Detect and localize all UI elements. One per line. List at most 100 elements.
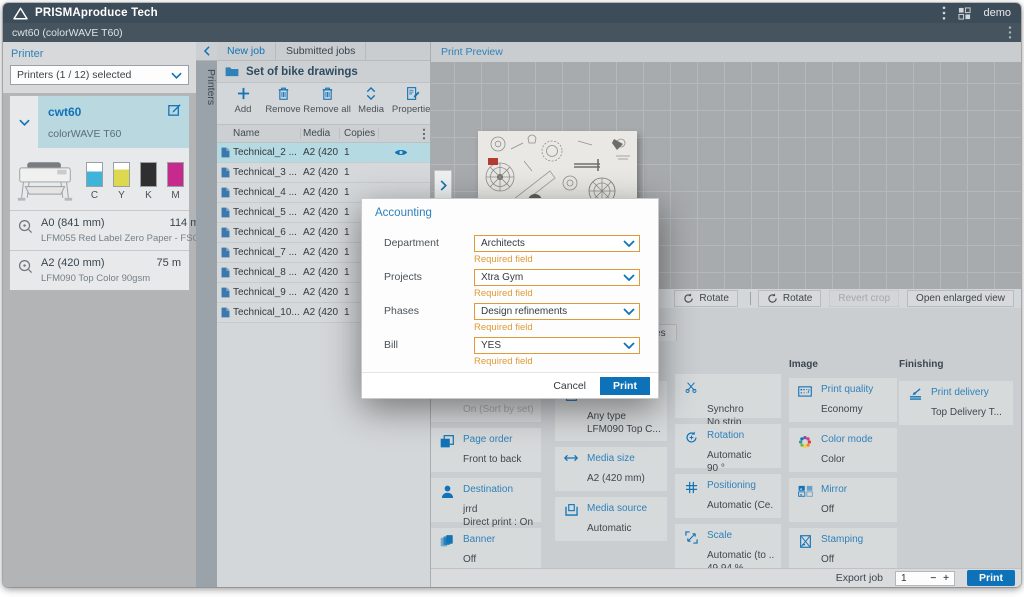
column-header-copies[interactable]: Copies	[340, 128, 379, 139]
drawing-file-icon	[221, 307, 230, 318]
export-job-button[interactable]: Export job	[836, 572, 883, 584]
jobs-tab[interactable]: New job	[217, 42, 276, 60]
printer-section-label: Printer	[11, 48, 189, 60]
toolbar-button[interactable]: Properties	[397, 87, 430, 124]
collapse-printer-icon[interactable]	[10, 96, 38, 148]
tile-value: Front to back	[463, 453, 534, 466]
required-hint: Required field	[474, 288, 640, 300]
table-menu-icon[interactable]	[422, 128, 426, 140]
folder-icon	[225, 66, 239, 77]
increase-copies-button[interactable]: +	[943, 573, 949, 584]
field-dropdown[interactable]: Xtra Gym	[474, 269, 640, 286]
column-header-media[interactable]: Media	[301, 128, 340, 139]
job-copies: 1	[340, 167, 379, 178]
chevron-right-icon	[440, 180, 447, 191]
subbar-menu-icon[interactable]	[1008, 26, 1012, 39]
media-roll-item[interactable]: A0 (841 mm) 114 m LFM055 Red Label Zero …	[10, 210, 189, 250]
dialog-footer: Cancel Print	[362, 372, 658, 398]
tile-title: Positioning	[707, 479, 774, 492]
job-row[interactable]: Technical_3 ... A2 (420 m 1	[217, 163, 430, 183]
settings-tile[interactable]: Banner Off	[431, 528, 541, 568]
tile-value: Automatic (to ...	[707, 549, 774, 562]
collapse-panel-button[interactable]	[196, 42, 217, 61]
destination-icon	[438, 485, 456, 517]
toolbar-button[interactable]: Remove	[269, 87, 297, 124]
settings-tile[interactable]: Mirror Off	[789, 478, 897, 522]
tile-title: Print quality	[821, 383, 890, 396]
settings-tile[interactable]: Media size A2 (420 mm)	[555, 447, 667, 491]
tile-value: jrrd	[463, 503, 534, 516]
app-title: PRISMAproduce Tech	[35, 7, 158, 19]
positioning-icon	[682, 481, 700, 513]
organization-icon[interactable]	[958, 7, 971, 20]
preview-thumbnail[interactable]	[478, 131, 637, 206]
media-roll-item[interactable]: A2 (420 mm) 75 m LFM090 Top Color 90gsm	[10, 250, 189, 290]
expand-preview-button[interactable]	[434, 170, 452, 200]
user-menu[interactable]: demo	[983, 7, 1011, 19]
field-dropdown[interactable]: Design refinements	[474, 303, 640, 320]
settings-tile[interactable]: Scale Automatic (to ...49.94 %	[675, 524, 781, 568]
ink-level: K	[140, 162, 157, 201]
printer-select[interactable]: Printers (1 / 12) selected	[10, 65, 189, 85]
roll-media-name: LFM055 Red Label Zero Paper - FSC	[41, 233, 196, 244]
job-media: A2 (420 m	[301, 307, 340, 318]
settings-tile[interactable]: Positioning Automatic (Ce...	[675, 474, 781, 518]
settings-tile[interactable]: Stamping Off	[789, 528, 897, 568]
copies-value: 1	[901, 573, 923, 584]
tile-value: Automatic	[707, 449, 774, 462]
tile-title: Color mode	[821, 433, 890, 446]
preview-action-button[interactable]: Rotate	[758, 290, 821, 307]
tile-value: Automatic (Ce...	[707, 499, 774, 512]
job-set-row[interactable]: Set of bike drawings	[217, 61, 430, 83]
settings-column: Finishing Print delivery	[899, 359, 1013, 568]
edit-printer-icon[interactable]	[168, 103, 181, 116]
toolbar-button[interactable]: Media	[357, 87, 385, 124]
cancel-button[interactable]: Cancel	[553, 380, 586, 392]
required-hint: Required field	[474, 254, 640, 266]
tile-title: Banner	[463, 533, 534, 546]
printer-card[interactable]: cwt60 colorWAVE T60	[9, 95, 190, 291]
settings-tile[interactable]: Page order Front to back	[431, 428, 541, 472]
field-dropdown[interactable]: YES	[474, 337, 640, 354]
add-icon	[237, 87, 250, 101]
settings-column: Image Print quality	[789, 359, 897, 568]
preview-eye-icon[interactable]	[394, 148, 408, 157]
settings-tile[interactable]: Rotation Automatic90 °	[675, 424, 781, 468]
drawing-file-icon	[221, 167, 230, 178]
settings-tile[interactable]: Destination jrrdDirect print : On	[431, 478, 541, 522]
drawing-file-icon	[221, 187, 230, 198]
rotation-icon	[682, 431, 700, 463]
tile-value: Economy	[821, 403, 890, 416]
sort-vertical-icon	[366, 87, 376, 101]
job-table-header: Name Media Copies	[217, 124, 430, 143]
jobs-toolbar: Add Remove Remove all Media	[217, 83, 430, 124]
column-header-name[interactable]: Name	[217, 128, 301, 139]
settings-tile[interactable]: SynchroNo strip	[675, 374, 781, 418]
field-dropdown[interactable]: Architects	[474, 235, 640, 252]
preview-action-button[interactable]: Rotate	[674, 290, 737, 307]
printers-vertical-tab[interactable]: Printers	[196, 69, 217, 105]
jobs-tab[interactable]: Submitted jobs	[276, 42, 366, 60]
decrease-copies-button[interactable]: −	[930, 573, 936, 584]
dialog-print-button[interactable]: Print	[600, 377, 650, 395]
required-hint: Required field	[474, 322, 640, 334]
preview-action-button[interactable]: Revert crop	[829, 290, 899, 307]
chevron-down-icon	[623, 274, 635, 281]
settings-tile[interactable]: Media source Automatic	[555, 497, 667, 541]
print-button[interactable]: Print	[967, 570, 1015, 586]
preview-action-button[interactable]: Open enlarged view	[907, 290, 1014, 307]
trash-icon	[322, 87, 333, 101]
settings-tile[interactable]: Print delivery Top Delivery T...	[899, 381, 1013, 425]
toolbar-button[interactable]: Add	[229, 87, 257, 124]
tile-value: A2 (420 mm)	[587, 472, 660, 485]
settings-tile[interactable]: Color mode Color	[789, 428, 897, 472]
dropdown-value: Xtra Gym	[481, 272, 523, 283]
tile-value: LFM090 Top C...	[587, 423, 660, 436]
job-row[interactable]: Technical_2 ... A2 (420 m 1	[217, 143, 430, 163]
settings-tile[interactable]: Print quality Economy	[789, 378, 897, 422]
copies-stepper[interactable]: 1 − +	[895, 571, 955, 586]
tile-value: On (Sort by set)	[463, 403, 534, 416]
titlebar-menu-icon[interactable]	[942, 6, 946, 20]
tile-value: Top Delivery T...	[931, 406, 1006, 419]
toolbar-button[interactable]: Remove all	[309, 87, 345, 124]
